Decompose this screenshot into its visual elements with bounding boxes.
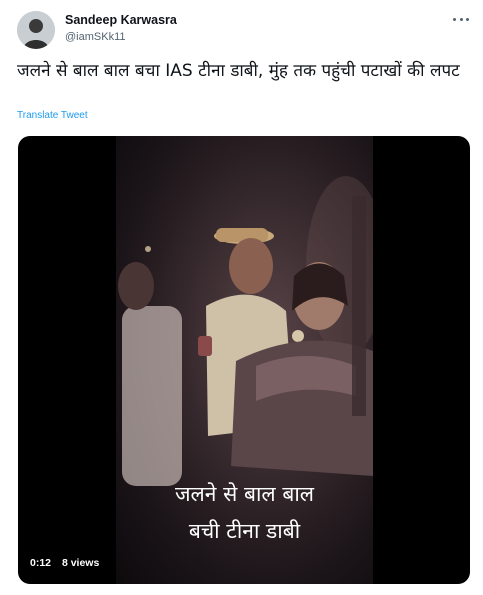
- more-dot: [459, 17, 463, 21]
- video-stats: 0:12 8 views: [30, 557, 107, 569]
- more-dot: [466, 17, 469, 21]
- video-duration: 0:12: [30, 557, 52, 569]
- tweet-text: जलने से बाल बाल बचा IAS टीना डाबी, मुंह …: [17, 61, 460, 81]
- video-view-count: 8 views: [61, 557, 100, 569]
- tweet-card: Sandeep Karwasra @iamSKk11 जलने से बाल ब…: [0, 0, 483, 595]
- avatar-photo: [17, 11, 55, 49]
- caption-line-1: जलने से बाल बाल: [174, 482, 315, 506]
- user-handle[interactable]: @iamSKk11: [65, 31, 125, 43]
- caption-line-2: बची टीना डाबी: [188, 519, 301, 543]
- translate-tweet-link[interactable]: Translate Tweet: [17, 110, 88, 121]
- avatar[interactable]: [17, 11, 55, 49]
- display-name[interactable]: Sandeep Karwasra: [65, 13, 177, 27]
- video-caption: जलने से बाल बाल बची टीना डाबी: [116, 476, 373, 550]
- more-dot: [453, 17, 456, 21]
- video-player[interactable]: जलने से बाल बाल बची टीना डाबी 0:12 8 vie…: [18, 136, 470, 584]
- more-icon[interactable]: [453, 14, 469, 24]
